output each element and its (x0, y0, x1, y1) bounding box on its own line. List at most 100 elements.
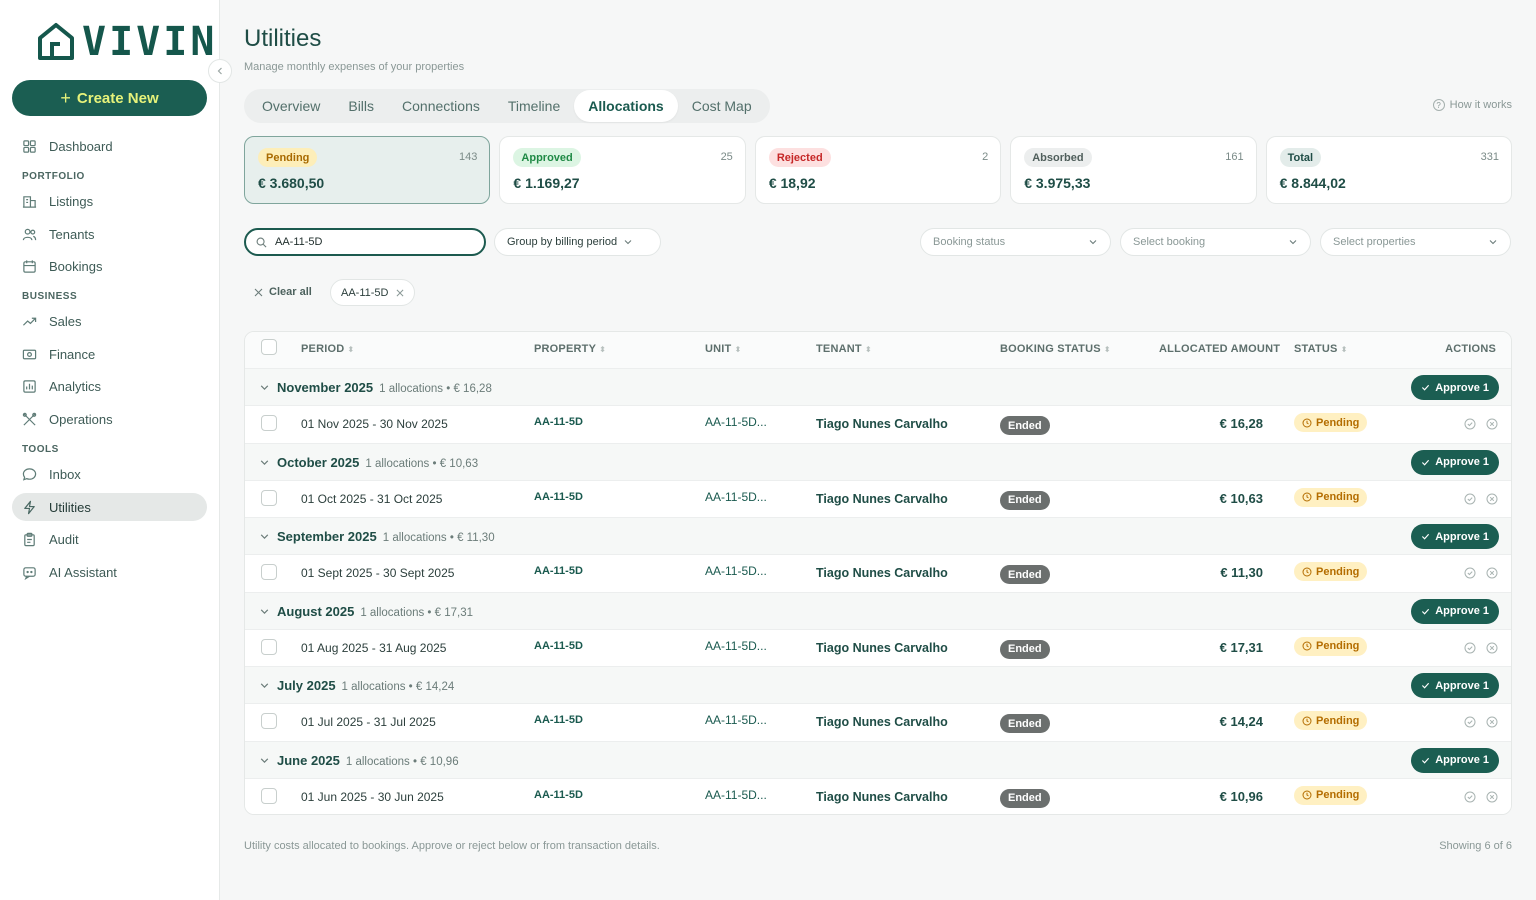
group-row[interactable]: November 2025 1 allocations • € 16,28 Appr… (245, 369, 1511, 406)
approve-check-icon[interactable] (1464, 418, 1476, 430)
table-row[interactable]: 01 Sept 2025 - 30 Sept 2025 AA-11-5D AA-11… (245, 555, 1511, 593)
table-row[interactable]: 01 Nov 2025 - 30 Nov 2025 AA-11-5D AA-11-5… (245, 406, 1511, 444)
row-checkbox[interactable] (261, 787, 277, 804)
sidebar-item-tenants[interactable]: Tenants (12, 220, 207, 248)
approve-check-icon[interactable] (1464, 791, 1476, 803)
tenant-link[interactable]: Tiago Nunes Carvalho (816, 715, 948, 729)
group-row[interactable]: September 2025 1 allocations • € 11,30 App… (245, 518, 1511, 555)
sidebar-item-inbox[interactable]: Inbox (12, 460, 207, 488)
table-row[interactable]: 01 Aug 2025 - 31 Aug 2025 AA-11-5D AA-11-5… (245, 629, 1511, 667)
property-link[interactable]: AA-11-5D (534, 640, 583, 652)
sidebar-item-finance[interactable]: Finance (12, 340, 207, 368)
unit-link[interactable]: AA-11-5D... (705, 415, 767, 429)
sidebar-item-analytics[interactable]: Analytics (12, 372, 207, 400)
booking-status-select[interactable]: Booking status (920, 228, 1111, 256)
group-row[interactable]: June 2025 1 allocations • € 10,96 Approve … (245, 741, 1511, 779)
approve-check-icon[interactable] (1464, 567, 1476, 579)
group-by-select[interactable]: Group by billing period (494, 228, 661, 256)
unit-link[interactable]: AA-11-5D... (705, 788, 767, 802)
reject-x-icon[interactable] (1486, 642, 1498, 654)
tenant-link[interactable]: Tiago Nunes Carvalho (816, 566, 948, 580)
reject-x-icon[interactable] (1486, 716, 1498, 728)
approve-group-button[interactable]: Approve 1 (1411, 375, 1499, 400)
how-it-works-link[interactable]: ? How it works (1432, 99, 1512, 111)
row-checkbox[interactable] (261, 415, 277, 431)
reject-x-icon[interactable] (1486, 567, 1498, 579)
col-property[interactable]: PROPERTY ⬍ (534, 343, 606, 355)
unit-link[interactable]: AA-11-5D... (705, 639, 767, 653)
property-link[interactable]: AA-11-5D (534, 491, 583, 503)
group-row[interactable]: July 2025 1 allocations • € 14,24 Approve … (245, 667, 1511, 704)
col-booking-status[interactable]: BOOKING STATUS ⬍ (1000, 343, 1111, 355)
collapse-sidebar-button[interactable] (208, 59, 232, 83)
chevron-down-icon[interactable] (259, 531, 270, 542)
approve-group-button[interactable]: Approve 1 (1411, 598, 1499, 624)
stat-card-pending[interactable]: Pending 143 € 3.680,50 (244, 136, 491, 204)
stat-card-absorbed[interactable]: Absorbed 161 € 3.975,33 (1010, 136, 1257, 204)
sidebar-item-operations[interactable]: Operations (12, 405, 207, 433)
row-checkbox[interactable] (261, 713, 277, 729)
stat-card-rejected[interactable]: Rejected 2 € 18,92 (754, 136, 1002, 204)
reject-x-icon[interactable] (1486, 791, 1498, 803)
approve-check-icon[interactable] (1464, 642, 1476, 654)
select-all-checkbox[interactable] (261, 339, 277, 355)
approve-group-button[interactable]: Approve 1 (1411, 673, 1499, 698)
clear-all-button[interactable]: Clear all (254, 286, 312, 298)
col-status[interactable]: STATUS ⬍ (1294, 343, 1347, 355)
unit-link[interactable]: AA-11-5D... (705, 564, 767, 578)
property-link[interactable]: AA-11-5D (534, 565, 583, 577)
sidebar-item-sales[interactable]: Sales (12, 307, 207, 335)
property-link[interactable]: AA-11-5D (534, 714, 583, 726)
approve-group-button[interactable]: Approve 1 (1411, 524, 1499, 549)
col-tenant[interactable]: TENANT ⬍ (816, 343, 872, 355)
property-link[interactable]: AA-11-5D (534, 416, 583, 428)
table-row[interactable]: 01 Jul 2025 - 31 Jul 2025 AA-11-5D AA-11-5… (245, 704, 1511, 742)
chevron-down-icon[interactable] (259, 680, 270, 691)
tenant-link[interactable]: Tiago Nunes Carvalho (816, 492, 948, 506)
tab-timeline[interactable]: Timeline (494, 90, 574, 122)
col-period[interactable]: PERIOD ⬍ (301, 343, 354, 355)
tenant-link[interactable]: Tiago Nunes Carvalho (816, 417, 948, 431)
col-allocated-amount[interactable]: ALLOCATED AMOUNT (1159, 343, 1280, 355)
search-field[interactable] (244, 228, 486, 256)
remove-filter-icon[interactable] (396, 289, 404, 297)
tenant-link[interactable]: Tiago Nunes Carvalho (816, 641, 948, 655)
booking-select[interactable]: Select booking (1120, 228, 1311, 256)
sidebar-item-ai-assistant[interactable]: AI Assistant (12, 558, 207, 586)
approve-check-icon[interactable] (1464, 716, 1476, 728)
stat-card-approved[interactable]: Approved 25 € 1.169,27 (499, 136, 746, 204)
row-checkbox[interactable] (261, 638, 277, 655)
tenant-link[interactable]: Tiago Nunes Carvalho (816, 790, 948, 804)
approve-group-button[interactable]: Approve 1 (1411, 449, 1499, 475)
properties-select[interactable]: Select properties (1320, 228, 1511, 256)
sidebar-item-listings[interactable]: Listings (12, 187, 207, 215)
chevron-down-icon[interactable] (259, 755, 270, 766)
chevron-down-icon[interactable] (259, 606, 270, 617)
property-link[interactable]: AA-11-5D (534, 789, 583, 801)
tab-cost-map[interactable]: Cost Map (678, 90, 766, 122)
reject-x-icon[interactable] (1486, 418, 1498, 430)
reject-x-icon[interactable] (1486, 493, 1498, 505)
create-new-button[interactable]: + Create New (12, 80, 207, 116)
tab-connections[interactable]: Connections (388, 90, 494, 122)
sidebar-item-dashboard[interactable]: Dashboard (12, 132, 207, 160)
chevron-down-icon[interactable] (259, 457, 270, 468)
approve-group-button[interactable]: Approve 1 (1411, 747, 1499, 773)
search-input[interactable] (275, 236, 455, 248)
row-checkbox[interactable] (261, 564, 277, 580)
group-row[interactable]: October 2025 1 allocations • € 10,63 Appro… (245, 443, 1511, 481)
tab-bills[interactable]: Bills (334, 90, 388, 122)
group-row[interactable]: August 2025 1 allocations • € 17,31 Approv… (245, 592, 1511, 630)
stat-card-total[interactable]: Total 331 € 8.844,02 (1265, 136, 1513, 204)
table-row[interactable]: 01 Jun 2025 - 30 Jun 2025 AA-11-5D AA-11-5… (245, 778, 1511, 814)
col-unit[interactable]: UNIT ⬍ (705, 343, 741, 355)
row-checkbox[interactable] (261, 489, 277, 506)
tab-overview[interactable]: Overview (248, 90, 334, 122)
sidebar-item-bookings[interactable]: Bookings (12, 252, 207, 280)
table-row[interactable]: 01 Oct 2025 - 31 Oct 2025 AA-11-5D AA-11-5… (245, 480, 1511, 518)
approve-check-icon[interactable] (1464, 493, 1476, 505)
sidebar-item-audit[interactable]: Audit (12, 525, 207, 553)
chevron-down-icon[interactable] (259, 382, 270, 393)
unit-link[interactable]: AA-11-5D... (705, 490, 767, 504)
logo[interactable]: VIVIN (36, 22, 217, 62)
